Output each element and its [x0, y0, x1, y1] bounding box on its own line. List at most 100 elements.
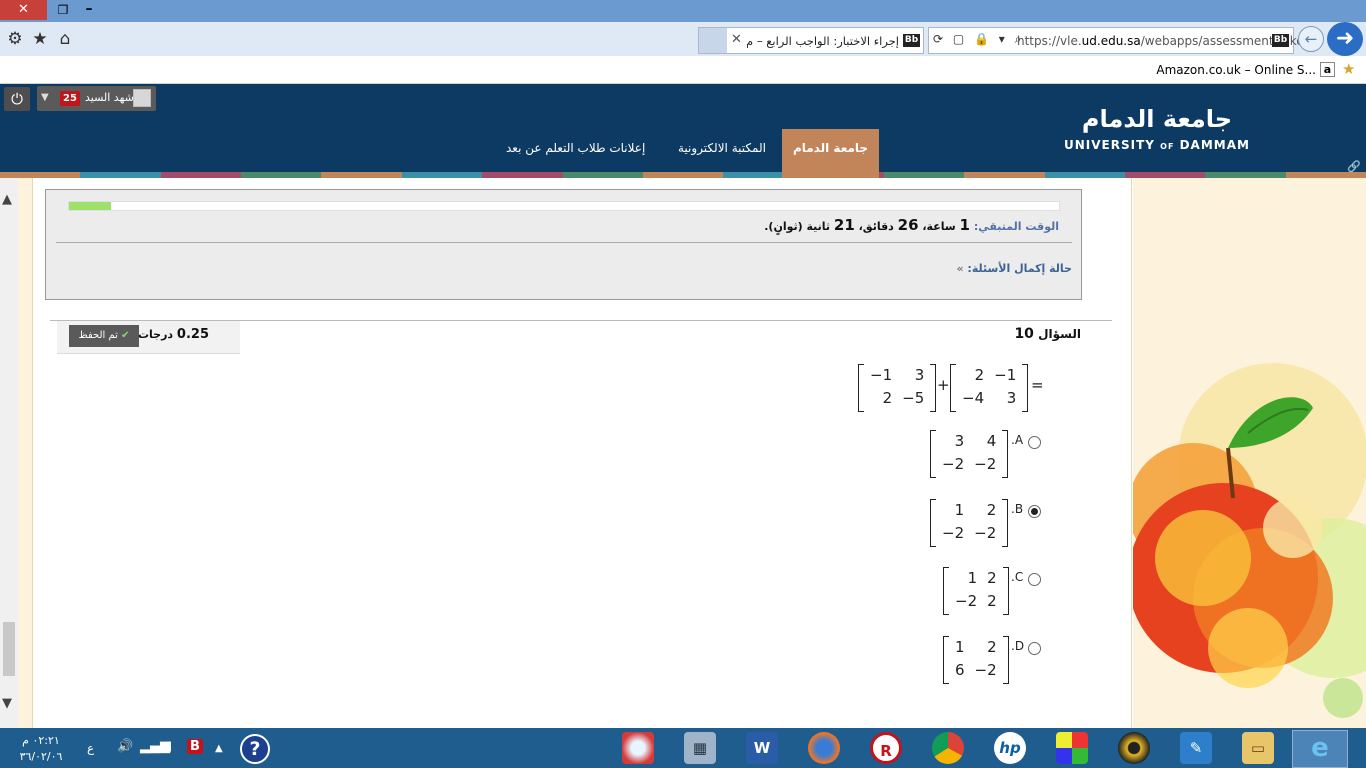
photo-app-icon[interactable]	[1056, 732, 1088, 764]
time-remaining: الوقت المتبقي: 1 ساعة، 26 دقائق، 21 ثاني…	[764, 216, 1059, 234]
matrix-cell: −2	[942, 455, 965, 473]
tab-distance-learning-announcements[interactable]: إعلانات طلاب التعلم عن بعد	[506, 141, 645, 155]
option-b-letter[interactable]: .B	[1011, 502, 1023, 516]
question-points: 0.25 درجات	[137, 327, 209, 342]
test-timer-panel: الوقت المتبقي: 1 ساعة، 26 دقائق، 21 ثاني…	[45, 189, 1082, 300]
matrix-cell: −2	[974, 661, 997, 679]
question-completion-status-link[interactable]: حالة إكمال الأسئلة: »	[66, 262, 1072, 275]
file-explorer-app-icon[interactable]: ▭	[1242, 732, 1274, 764]
matrix-cell: 6	[955, 661, 965, 679]
matrix-cell: 2	[974, 366, 985, 384]
windows-taskbar	[0, 728, 1366, 768]
option-b-radio[interactable]	[1028, 505, 1041, 518]
option-d-letter[interactable]: .D	[1011, 639, 1024, 653]
link-icon[interactable]: 🔗	[1347, 160, 1361, 173]
matrix-cell: −2	[942, 524, 965, 542]
option-a-matrix[interactable]: 3 4 −2 −2	[930, 430, 1009, 478]
window-restore-button[interactable]: ❐	[54, 1, 72, 19]
media-player-app-icon[interactable]	[1118, 732, 1150, 764]
window-minimize-button[interactable]: –	[80, 1, 98, 19]
internet-explorer-app-icon[interactable]: e	[1304, 732, 1336, 764]
amazon-favicon-icon: a	[1320, 62, 1335, 77]
option-b-matrix[interactable]: 1 2 −2 −2	[930, 499, 1009, 547]
matrix-cell: 2	[987, 638, 997, 656]
user-name[interactable]: شهد السيد	[85, 91, 134, 104]
question-points-box: تم الحفظ ✔ 0.25 درجات	[57, 321, 240, 354]
calculator-app-icon[interactable]: ▦	[684, 732, 716, 764]
matrix-cell: −2	[974, 524, 997, 542]
option-a-letter[interactable]: .A	[1011, 433, 1023, 447]
time-progress-bar	[68, 201, 1060, 211]
plus-operator: +	[937, 376, 950, 394]
matrix-cell: 1	[967, 569, 978, 587]
favorites-star-icon[interactable]: ★	[29, 28, 51, 50]
matrix-cell: 4	[986, 432, 997, 450]
back-arrow-icon[interactable]: ←	[1298, 26, 1324, 52]
address-url[interactable]: https://vle.ud.edu.sa/webapps/assessment…	[1017, 34, 1304, 48]
firefox-app-icon[interactable]	[808, 732, 840, 764]
matrix-cell: 2	[987, 569, 997, 587]
clock-date[interactable]: ٣٦/٠٢/٠٦	[14, 750, 68, 763]
matrix-cell: 1	[955, 638, 965, 656]
home-icon[interactable]: ⌂	[54, 28, 76, 50]
input-language-indicator[interactable]: ع	[87, 741, 94, 755]
tab-close-icon[interactable]: ✕	[731, 32, 742, 47]
chrome-app-icon[interactable]	[932, 732, 964, 764]
apple-illustration-icon	[1133, 363, 1366, 718]
option-c-matrix[interactable]: 12 −2 2	[943, 567, 1009, 615]
matrix-cell: 3	[914, 366, 925, 384]
matrix-cell: −5	[902, 389, 925, 407]
browser-tab[interactable]: ✕ إجراء الاختبار: الواجب الرابع – م... B…	[698, 27, 924, 54]
scrollbar-thumb[interactable]	[3, 622, 15, 676]
matrix-cell: −4	[962, 389, 985, 407]
user-avatar[interactable]	[133, 89, 151, 107]
address-bar[interactable]: ⟳ ▢ 🔒 ▾ ⌕ https://vle.ud.edu.sa/webapps/…	[928, 27, 1304, 54]
matrix-cell: −2	[955, 592, 978, 610]
help-question-icon[interactable]: ?	[240, 734, 270, 764]
hp-app-icon[interactable]: hp	[994, 732, 1026, 764]
matrix-a: −1 3 2 −5	[858, 364, 937, 412]
chevron-double-down-icon[interactable]: »	[956, 262, 963, 275]
window-close-button[interactable]: ✕	[0, 0, 47, 20]
page-margin	[18, 178, 32, 728]
word-app-icon[interactable]: W	[746, 732, 778, 764]
tab-e-library[interactable]: المكتبة الالكترونية	[678, 141, 766, 155]
option-d-matrix[interactable]: 1 2 6 −2	[943, 636, 1009, 684]
option-c-radio[interactable]	[1028, 573, 1041, 586]
tool-app-icon[interactable]: ✎	[1180, 732, 1212, 764]
university-logo-arabic[interactable]: جامعة الدمام	[1054, 106, 1260, 132]
scroll-up-icon[interactable]: ▲	[2, 192, 12, 207]
forward-arrow-icon[interactable]: ➜	[1327, 22, 1363, 56]
clock-time[interactable]: ٠٢:٢١ م	[18, 734, 64, 747]
sogou-app-icon[interactable]	[622, 732, 654, 764]
option-a-radio[interactable]	[1028, 436, 1041, 449]
logout-power-icon[interactable]: ⏻	[4, 87, 30, 111]
matrix-cell: 1	[954, 501, 965, 519]
blackboard-site-icon: Bb	[1272, 34, 1289, 47]
matrix-cell: 2	[987, 592, 997, 610]
show-hidden-icons-chevron-up-icon[interactable]: ▲	[215, 743, 223, 754]
add-favorite-star-icon[interactable]: ★	[1342, 60, 1355, 78]
r-app-icon[interactable]: R	[870, 732, 902, 764]
matrix-cell: −2	[974, 455, 997, 473]
university-logo-english[interactable]: UNIVERSITY OF DAMMAM	[1054, 138, 1260, 152]
option-c-letter[interactable]: .C	[1011, 570, 1023, 584]
matrix-b: 2 −1 −4 3	[950, 364, 1029, 412]
new-tab-area[interactable]	[699, 28, 727, 53]
user-menu[interactable]: ▼ 25 شهد السيد	[37, 86, 156, 111]
time-progress-fill	[69, 202, 111, 210]
favorite-link-amazon[interactable]: Amazon.co.uk – Online S...	[1120, 63, 1316, 77]
settings-gear-icon[interactable]: ⚙	[4, 28, 26, 50]
option-d-radio[interactable]	[1028, 642, 1041, 655]
tab-title: إجراء الاختبار: الواجب الرابع – م...	[747, 34, 899, 48]
power-status-icon[interactable]: ▮	[165, 739, 172, 754]
tray-app-icon[interactable]: B	[187, 739, 203, 754]
notification-badge[interactable]: 25	[60, 91, 80, 106]
matrix-cell: 3	[954, 432, 965, 450]
matrix-cell: −1	[870, 366, 893, 384]
tab-university-dammam[interactable]: جامعة الدمام	[782, 129, 879, 178]
volume-icon[interactable]: 🔊	[117, 739, 133, 754]
scroll-down-icon[interactable]: ▼	[2, 696, 12, 711]
user-menu-chevron-down-icon[interactable]: ▼	[41, 92, 49, 103]
address-tools-icons[interactable]: ⟳ ▢ 🔒 ▾ ⌕	[933, 32, 1024, 47]
